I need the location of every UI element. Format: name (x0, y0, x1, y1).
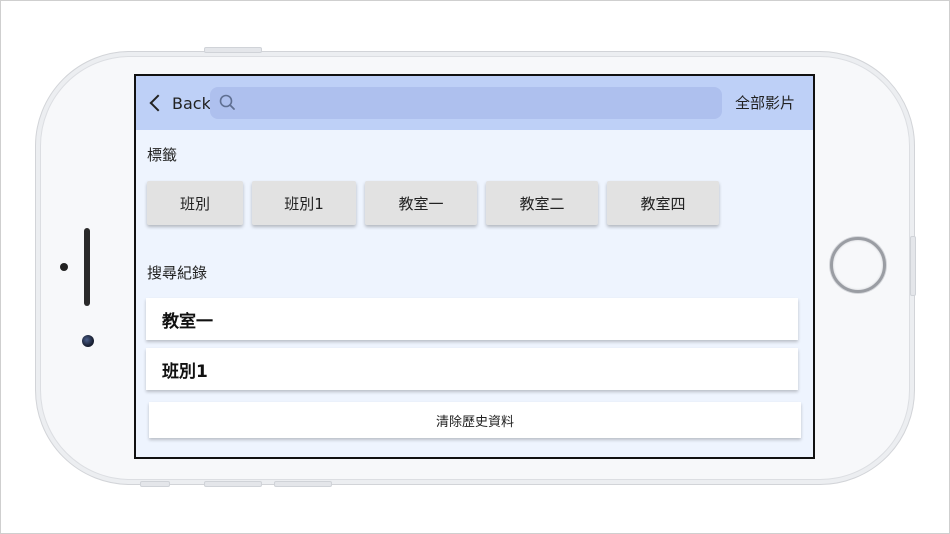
history-item[interactable]: 教室一 (146, 298, 798, 340)
tag-button[interactable]: 班別 (147, 181, 243, 225)
back-button[interactable]: Back (148, 90, 211, 116)
tag-button[interactable]: 教室四 (607, 181, 719, 225)
all-videos-button[interactable]: 全部影片 (735, 92, 795, 113)
volume-down-button (204, 481, 262, 487)
tag-button[interactable]: 教室二 (486, 181, 598, 225)
proximity-sensor (60, 263, 68, 271)
back-label: Back (172, 93, 211, 113)
tag-button[interactable]: 班別1 (252, 181, 356, 225)
navigation-bar: Back 全部影片 (136, 76, 813, 130)
app-screen: Back 全部影片 標籤 班別 班別1 教室一 教室二 教室四 搜尋紀錄 教室一… (134, 74, 815, 459)
power-button (910, 236, 916, 296)
tags-section-title: 標籤 (147, 146, 178, 164)
history-item[interactable]: 班別1 (146, 348, 798, 390)
volume-button-2 (274, 481, 332, 487)
tag-list: 班別 班別1 教室一 教室二 教室四 (147, 181, 719, 225)
search-input[interactable] (238, 87, 722, 119)
volume-up-button (204, 47, 262, 53)
search-icon (218, 93, 238, 113)
history-section-title: 搜尋紀錄 (147, 264, 208, 282)
tag-button[interactable]: 教室一 (365, 181, 477, 225)
clear-history-button[interactable]: 清除歷史資料 (149, 402, 801, 438)
earpiece-speaker (84, 228, 90, 306)
chevron-left-icon (149, 94, 167, 112)
search-box[interactable] (210, 87, 722, 119)
mute-switch (140, 481, 170, 487)
history-list: 教室一 班別1 (146, 298, 798, 398)
front-camera (82, 335, 94, 347)
home-button[interactable] (830, 237, 886, 293)
